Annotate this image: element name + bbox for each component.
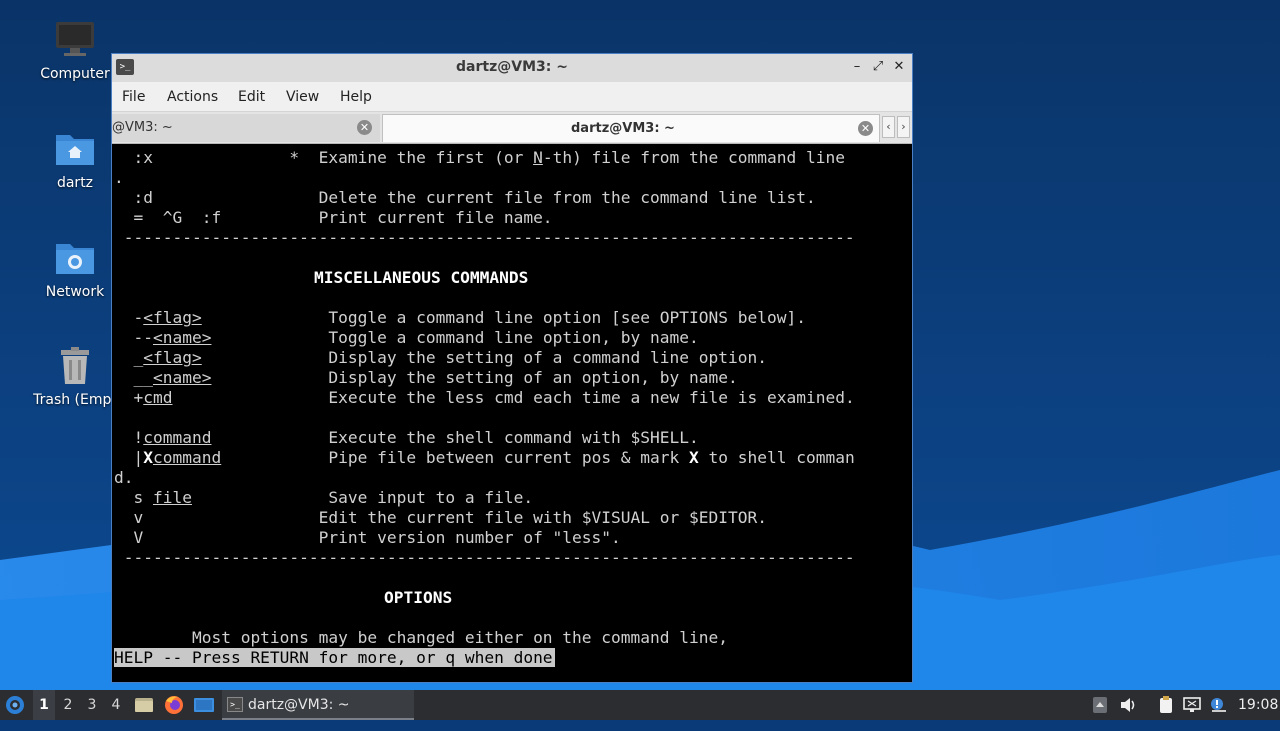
pager-prompt: HELP -- Press RETURN for more, or q when… (114, 648, 555, 667)
terminal-window[interactable]: >_ dartz@VM3: ~ – ⤢ ✕ File Actions Edit … (111, 53, 913, 683)
file-manager-icon (135, 698, 153, 712)
computer-icon (56, 22, 94, 56)
terminal-line: __<name> Display the setting of an optio… (114, 368, 738, 387)
terminal-line: +cmd Execute the less cmd each time a ne… (114, 388, 855, 407)
window-titlebar[interactable]: >_ dartz@VM3: ~ – ⤢ ✕ (112, 54, 912, 82)
volume-icon[interactable] (1118, 695, 1138, 715)
workspace-1[interactable]: 1 (33, 690, 55, 720)
terminal-line: :x * Examine the first (or N-th) file fr… (114, 148, 845, 167)
tab-scroll-left-icon[interactable]: ‹ (882, 116, 895, 138)
trash-icon (61, 347, 89, 384)
tab-bar: @VM3: ~ ✕ dartz@VM3: ~ ✕ ‹ › (112, 112, 912, 144)
desktop-icon-label: Trash (Empt (33, 392, 117, 408)
desktop-icon-label: Network (45, 284, 105, 300)
section-heading: MISCELLANEOUS COMMANDS (314, 268, 529, 287)
terminal-output[interactable]: :x * Examine the first (or N-th) file fr… (114, 146, 910, 680)
clock[interactable]: 19:08 (1238, 690, 1278, 720)
terminal-line: v Edit the current file with $VISUAL or … (114, 508, 767, 527)
desktop-icon-label: Computer (40, 66, 110, 82)
tab-close-icon[interactable]: ✕ (357, 120, 372, 135)
start-menu-button[interactable] (4, 690, 28, 720)
tab-inactive[interactable]: @VM3: ~ ✕ (112, 114, 380, 142)
desktop-icon-label: dartz (56, 175, 94, 191)
pager-status-line: HELP -- Press RETURN for more, or q when… (114, 648, 555, 668)
menu-bar: File Actions Edit View Help (112, 82, 912, 112)
window-title: dartz@VM3: ~ (456, 59, 568, 75)
terminal-line: !command Execute the shell command with … (114, 428, 699, 447)
tab-close-icon[interactable]: ✕ (858, 121, 873, 136)
maximize-button[interactable]: ⤢ (869, 58, 887, 76)
firefox-icon (165, 696, 183, 714)
minimize-button[interactable]: – (848, 58, 866, 76)
menu-help[interactable]: Help (340, 89, 372, 105)
menu-file[interactable]: File (122, 89, 145, 105)
terminal-line: |Xcommand Pipe file between current pos … (114, 448, 855, 467)
terminal-line: Most options may be changed either on th… (114, 628, 728, 647)
workspace-4[interactable]: 4 (105, 690, 127, 720)
separator-line: ----------------------------------------… (114, 548, 855, 567)
terminal-line: = ^G :f Print current file name. (114, 208, 553, 227)
tab-active[interactable]: dartz@VM3: ~ ✕ (382, 114, 880, 142)
desktop-icon-network[interactable]: Network (25, 236, 125, 300)
terminal-line: :d Delete the current file from the comm… (114, 188, 816, 207)
update-notification-icon[interactable] (1208, 695, 1228, 715)
terminal-line: --<name> Toggle a command line option, b… (114, 328, 699, 347)
terminal-line: s file Save input to a file. (114, 488, 534, 507)
tray-expand-icon[interactable] (1090, 695, 1110, 715)
separator-line: ----------------------------------------… (114, 228, 855, 247)
terminal-line: V Print version number of "less". (114, 528, 621, 547)
menu-edit[interactable]: Edit (238, 89, 265, 105)
workspace-2[interactable]: 2 (57, 690, 79, 720)
section-heading: OPTIONS (384, 588, 453, 607)
menu-view[interactable]: View (286, 89, 319, 105)
desktop-icon-home[interactable]: dartz (25, 127, 125, 191)
task-label: dartz@VM3: ~ (248, 697, 350, 713)
terminal-icon: >_ (227, 697, 243, 712)
workspace-3[interactable]: 3 (81, 690, 103, 720)
lubuntu-logo-icon (6, 696, 24, 714)
terminal-line: -<flag> Toggle a command line option [se… (114, 308, 806, 327)
desktop-icon-computer[interactable]: Computer (25, 18, 125, 82)
terminal-line: _<flag> Display the setting of a command… (114, 348, 767, 367)
home-folder-icon (56, 135, 94, 165)
taskbar-window-terminal[interactable]: >_ dartz@VM3: ~ (222, 690, 414, 720)
terminal-line: d. (114, 468, 134, 487)
tab-label: dartz@VM3: ~ (571, 121, 675, 136)
show-desktop-launcher[interactable] (193, 690, 215, 720)
close-button[interactable]: ✕ (890, 58, 908, 76)
menu-actions[interactable]: Actions (167, 89, 218, 105)
terminal-line: . (114, 168, 124, 187)
network-folder-icon (56, 244, 94, 274)
firefox-launcher[interactable] (163, 690, 185, 720)
file-manager-launcher[interactable] (134, 690, 154, 720)
desktop-icon (194, 698, 214, 712)
tab-label: @VM3: ~ (112, 120, 173, 135)
desktop-icon-trash[interactable]: Trash (Empt (25, 344, 125, 408)
network-status-icon[interactable] (1182, 695, 1202, 715)
taskbar: 1 2 3 4 >_ dartz@VM3: ~ 19:08 (0, 690, 1280, 720)
clipboard-icon[interactable] (1156, 695, 1176, 715)
tab-scroll-right-icon[interactable]: › (897, 116, 910, 138)
